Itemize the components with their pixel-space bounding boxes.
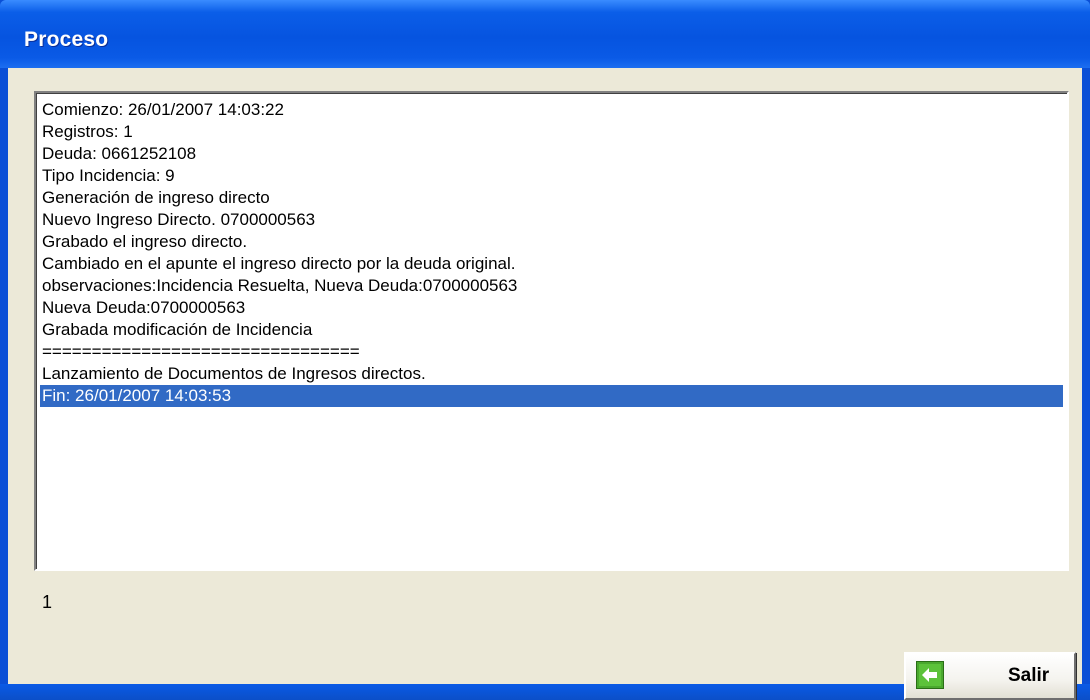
log-line[interactable]: Deuda: 0661252108 [40,143,1063,165]
log-line[interactable]: Registros: 1 [40,121,1063,143]
log-line[interactable]: observaciones:Incidencia Resuelta, Nueva… [40,275,1063,297]
log-line[interactable]: Fin: 26/01/2007 14:03:53 [40,385,1063,407]
log-line[interactable]: Nuevo Ingreso Directo. 0700000563 [40,209,1063,231]
log-line[interactable]: Grabada modificación de Incidencia [40,319,1063,341]
log-listbox[interactable]: Comienzo: 26/01/2007 14:03:22 Registros: … [34,91,1069,571]
log-line[interactable]: Generación de ingreso directo [40,187,1063,209]
log-line[interactable]: ================================ [40,341,1063,363]
exit-button[interactable]: Salir [904,652,1076,700]
log-list: Comienzo: 26/01/2007 14:03:22 Registros: … [40,99,1063,407]
title-bar[interactable]: Proceso [0,0,1090,68]
exit-arrow-icon [916,661,944,689]
exit-button-label: Salir [1008,665,1050,686]
process-window: Proceso Comienzo: 26/01/2007 14:03:22 Reg… [0,0,1090,700]
record-count: 1 [42,592,53,612]
log-line[interactable]: Nueva Deuda:0700000563 [40,297,1063,319]
log-line[interactable]: Grabado el ingreso directo. [40,231,1063,253]
log-line[interactable]: Comienzo: 26/01/2007 14:03:22 [40,99,1063,121]
window-title: Proceso [24,28,109,51]
log-line[interactable]: Cambiado en el apunte el ingreso directo… [40,253,1063,275]
log-line[interactable]: Lanzamiento de Documentos de Ingresos di… [40,363,1063,385]
log-line[interactable]: Tipo Incidencia: 9 [40,165,1063,187]
